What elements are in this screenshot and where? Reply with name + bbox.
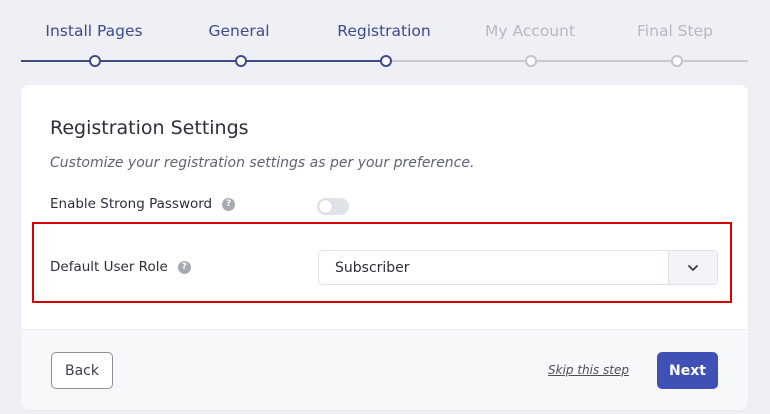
user-role-value: Subscriber xyxy=(335,260,410,276)
back-button[interactable]: Back xyxy=(51,352,113,389)
user-role-select[interactable]: Subscriber xyxy=(318,250,718,285)
help-icon[interactable]: ? xyxy=(177,260,191,274)
step-install-pages[interactable]: Install Pages xyxy=(45,22,142,40)
strong-password-toggle[interactable] xyxy=(317,198,349,215)
next-button[interactable]: Next xyxy=(657,352,718,389)
user-role-label: Default User Role xyxy=(50,259,168,275)
user-role-row: Default User Role ? xyxy=(50,259,191,275)
chevron-down-icon xyxy=(688,264,698,271)
setup-stepper: Install Pages General Registration My Ac… xyxy=(0,0,770,80)
stepper-remaining-line xyxy=(386,60,748,62)
card-subtitle: Customize your registration settings as … xyxy=(50,155,475,171)
help-icon[interactable]: ? xyxy=(222,197,236,211)
registration-settings-card: Registration Settings Customize your reg… xyxy=(21,85,748,410)
step-dot-my-account xyxy=(525,55,537,67)
card-footer: Back Skip this step Next xyxy=(21,329,748,410)
select-dropdown-button[interactable] xyxy=(668,251,717,284)
step-dot-final-step xyxy=(671,55,683,67)
step-dot-general xyxy=(235,55,247,67)
strong-password-label: Enable Strong Password xyxy=(50,196,213,212)
skip-step-link[interactable]: Skip this step xyxy=(548,363,629,377)
step-general[interactable]: General xyxy=(208,22,269,40)
toggle-knob xyxy=(319,200,332,213)
card-title: Registration Settings xyxy=(50,117,249,139)
step-dot-registration xyxy=(380,55,392,67)
strong-password-row: Enable Strong Password ? xyxy=(50,196,236,212)
step-registration[interactable]: Registration xyxy=(337,22,430,40)
step-final-step: Final Step xyxy=(637,22,713,40)
step-my-account: My Account xyxy=(484,22,576,40)
step-dot-install-pages xyxy=(89,55,101,67)
stepper-progress-line xyxy=(21,60,386,62)
